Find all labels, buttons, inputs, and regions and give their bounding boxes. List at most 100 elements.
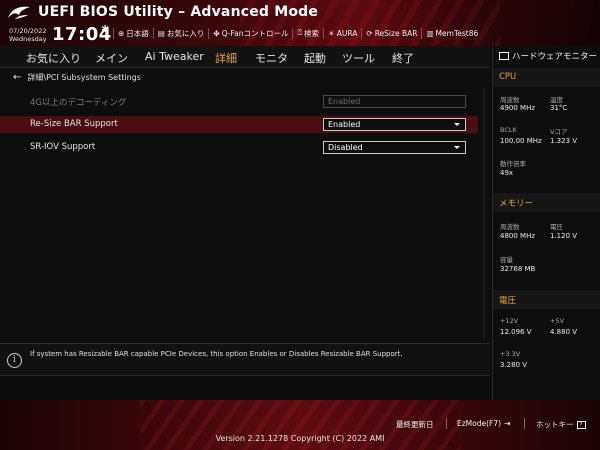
help-info-bar: i If system has Resizable BAR capable PC… (0, 343, 490, 376)
search-button[interactable]: ⍰ 検索 (292, 27, 323, 39)
tab-main[interactable]: メイン (95, 50, 128, 66)
hardware-monitor-panel: ハードウェアモニター CPU 周波数 温度 4900 MHz 31°C BCLK… (492, 46, 600, 400)
tab-favorites[interactable]: お気に入り (26, 50, 81, 66)
mem-freq-value: 4800 MHz (500, 232, 536, 240)
clock-settings-gear-icon[interactable]: ✲ (101, 24, 109, 35)
qfan-button[interactable]: ✤ Q-Fanコントロール (208, 27, 292, 39)
back-arrow-icon[interactable]: ← (13, 72, 21, 83)
date-display: 07/20/2022 Wednesday (9, 27, 47, 43)
last-modified-label: 最終更新日 (396, 420, 434, 429)
v5-label: +5V (550, 317, 565, 325)
resize-bar-button[interactable]: ⟳ ReSize BAR (361, 27, 421, 39)
main-menu-tabs: お気に入り メイン Ai Tweaker 詳細 モニタ 起動 ツール 終了 (0, 46, 490, 68)
cpu-section-header: CPU (493, 68, 600, 87)
select-value: Disabled (328, 143, 363, 152)
cpu-freq-value: 4900 MHz (500, 104, 536, 112)
app-title: UEFI BIOS Utility – Advanced Mode (38, 4, 319, 20)
info-icon: i (7, 353, 22, 368)
cpu-heading: CPU (499, 72, 517, 82)
settings-panel: ← 詳細\PCI Subsystem Settings 4G以上のデコーディング… (0, 68, 490, 343)
memtest-button[interactable]: ▥ MemTest86 (421, 27, 482, 39)
breadcrumb[interactable]: ← 詳細\PCI Subsystem Settings (13, 72, 141, 83)
search-icon: ⍰ (297, 28, 302, 37)
resize-bar-label: ReSize BAR (374, 28, 418, 38)
select-value: Enabled (328, 120, 361, 129)
ezmode-button[interactable]: EzMode(F7) ⇥ (457, 419, 510, 428)
memtest-icon: ▥ (426, 28, 434, 38)
chevron-down-icon (454, 123, 460, 126)
favorites-label: お気に入り (166, 28, 205, 38)
tab-monitor[interactable]: モニタ (255, 50, 288, 66)
hardware-monitor-title: ハードウェアモニター (499, 50, 597, 62)
language-button[interactable]: ⊕ 日本語 (113, 27, 153, 39)
resize-bar-icon: ⟳ (366, 28, 373, 38)
setting-label: SR-IOV Support (30, 142, 96, 152)
tab-tool[interactable]: ツール (342, 50, 375, 66)
setting-row-above-4g-decoding: 4G以上のデコーディング Enabled (0, 93, 478, 110)
weekday-text: Wednesday (9, 35, 47, 43)
qfan-label: Q-Fanコントロール (221, 28, 289, 38)
setting-label: 4G以上のデコーディング (30, 98, 127, 108)
cpu-temp-label: 温度 (550, 96, 563, 104)
rog-logo-icon (8, 6, 30, 19)
hw-title-text: ハードウェアモニター (512, 52, 598, 62)
mem-freq-label: 周波数 (500, 223, 520, 231)
v33-label: +3.3V (500, 350, 521, 358)
setting-row-sr-iov-support[interactable]: SR-IOV Support Disabled (0, 139, 478, 156)
aura-button[interactable]: ☀ AURA (322, 27, 361, 39)
monitor-icon (499, 52, 509, 60)
setting-row-resize-bar-support[interactable]: Re-Size BAR Support Enabled (0, 116, 478, 133)
voltage-section-header: 電圧 (493, 290, 600, 309)
bclk-label: BCLK (500, 126, 517, 134)
footer-divider (446, 418, 447, 429)
memory-heading: メモリー (499, 199, 534, 209)
fan-icon: ✤ (213, 28, 220, 38)
tab-exit[interactable]: 終了 (392, 50, 414, 66)
help-text: If system has Resizable BAR capable PCIe… (30, 350, 403, 358)
last-modified-button[interactable]: 最終更新日 (396, 419, 434, 430)
favorites-button[interactable]: ▤ お気に入り (152, 27, 209, 39)
vcore-label: Vコア (550, 128, 568, 136)
copyright-text: Version 2.21.1278 Copyright (C) 2022 AMI (215, 434, 385, 443)
above-4g-decoding-select: Enabled (323, 95, 466, 108)
vcore-value: 1.323 V (550, 137, 578, 145)
top-toolbar: ⊕ 日本語 ▤ お気に入り ✤ Q-Fanコントロール ⍰ 検索 ☀ AURA … (113, 27, 482, 39)
ratio-value: 49x (500, 169, 514, 177)
bclk-value: 100.00 MHz (500, 137, 542, 145)
search-label: 検索 (303, 28, 319, 38)
favorites-icon: ▤ (157, 28, 165, 38)
mem-capacity-label: 容量 (500, 256, 513, 264)
ratio-label: 動作倍率 (500, 160, 526, 168)
tab-ai-tweaker[interactable]: Ai Tweaker (145, 50, 204, 63)
mem-volt-label: 電圧 (550, 223, 563, 231)
date-text: 07/20/2022 (9, 27, 47, 35)
setting-label: Re-Size BAR Support (30, 119, 118, 129)
mem-volt-value: 1.120 V (550, 232, 578, 240)
v33-value: 3.280 V (500, 361, 528, 369)
footer-divider (524, 418, 525, 429)
cpu-freq-label: 周波数 (500, 96, 520, 104)
chevron-down-icon (454, 146, 460, 149)
title-bar: UEFI BIOS Utility – Advanced Mode 07/20/… (0, 0, 600, 46)
language-label: 日本語 (126, 28, 149, 38)
v5-value: 4.880 V (550, 328, 578, 336)
cpu-temp-value: 31°C (550, 104, 568, 112)
aura-icon: ☀ (327, 28, 335, 38)
v12-label: +12V (500, 317, 519, 325)
mem-capacity-value: 32768 MB (500, 265, 536, 273)
v12-value: 12.096 V (500, 328, 532, 336)
resize-bar-support-select[interactable]: Enabled (323, 118, 466, 131)
ezmode-label: EzMode(F7) (457, 419, 502, 428)
settings-scrollbar[interactable] (483, 88, 485, 338)
tab-boot[interactable]: 起動 (304, 50, 326, 66)
help-key-icon: ? (576, 420, 586, 429)
memtest-label: MemTest86 (435, 28, 479, 38)
memory-section-header: メモリー (493, 193, 600, 212)
tab-advanced[interactable]: 詳細 (215, 50, 237, 66)
empty-area (0, 376, 490, 400)
hotkeys-label: ホットキー (536, 420, 574, 429)
sr-iov-support-select[interactable]: Disabled (323, 141, 466, 154)
aura-label: AURA (336, 28, 358, 38)
hotkeys-button[interactable]: ホットキー ? (536, 419, 586, 430)
exit-arrow-icon: ⇥ (504, 419, 511, 428)
